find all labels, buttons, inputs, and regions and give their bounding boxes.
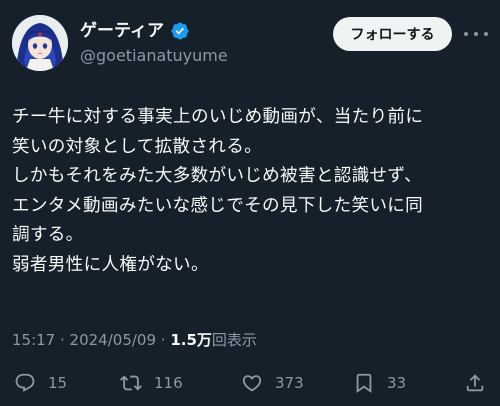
share-button[interactable]	[464, 372, 486, 394]
tweet-text-line: 弱者男性に人権がない。	[12, 254, 209, 275]
share-icon	[466, 374, 484, 392]
tweet-actions: 15 116 373 33	[0, 366, 500, 400]
tweet-time[interactable]: 15:17	[12, 331, 55, 349]
reply-count: 15	[48, 374, 68, 392]
tweet-text-line: しかもそれをみた大多数がいじめ被害と認識せず、	[12, 166, 422, 187]
tweet-text-line: 笑いの対象として拡散される。	[12, 136, 262, 157]
meta-separator: ·	[156, 331, 171, 349]
more-options-icon[interactable]	[464, 24, 488, 44]
tweet-text-line: エンタメ動画みたいな感じでその見下した笑いに同	[12, 195, 424, 216]
author-handle[interactable]: @goetianatuyume	[80, 46, 228, 66]
views-label: 回表示	[211, 331, 257, 349]
tweet-text: チー牛に対する事実上のいじめ動画が、当たり前に 笑いの対象として拡散される。 し…	[12, 103, 496, 281]
author-name-row: ゲーティア	[80, 20, 190, 42]
bookmark-icon	[356, 373, 372, 394]
heart-icon	[242, 375, 262, 392]
follow-button[interactable]: フォローする	[333, 17, 452, 51]
reply-button[interactable]: 15	[14, 372, 67, 394]
verified-badge-icon	[170, 21, 190, 41]
avatar-image	[12, 15, 68, 71]
repost-count: 116	[154, 374, 183, 392]
reply-icon	[15, 373, 35, 392]
like-count: 373	[275, 374, 304, 392]
tweet-date[interactable]: 2024/05/09	[70, 331, 156, 349]
meta-separator: ·	[55, 331, 70, 349]
tweet-card: ゲーティア @goetianatuyume フォローする チー牛に対する事実上の…	[0, 0, 500, 406]
bookmark-count: 33	[387, 374, 407, 392]
tweet-meta: 15:17 · 2024/05/09 · 1.5万回表示	[12, 330, 257, 350]
author-display-name[interactable]: ゲーティア	[80, 20, 164, 42]
like-button[interactable]: 373	[241, 372, 304, 394]
tweet-text-line: 調する。	[12, 225, 84, 246]
views-count: 1.5万	[170, 331, 212, 349]
avatar[interactable]	[12, 15, 68, 71]
repost-icon	[120, 375, 142, 391]
repost-button[interactable]: 116	[120, 372, 183, 394]
bookmark-button[interactable]: 33	[353, 372, 406, 394]
tweet-text-line: チー牛に対する事実上のいじめ動画が、当たり前に	[12, 107, 424, 127]
